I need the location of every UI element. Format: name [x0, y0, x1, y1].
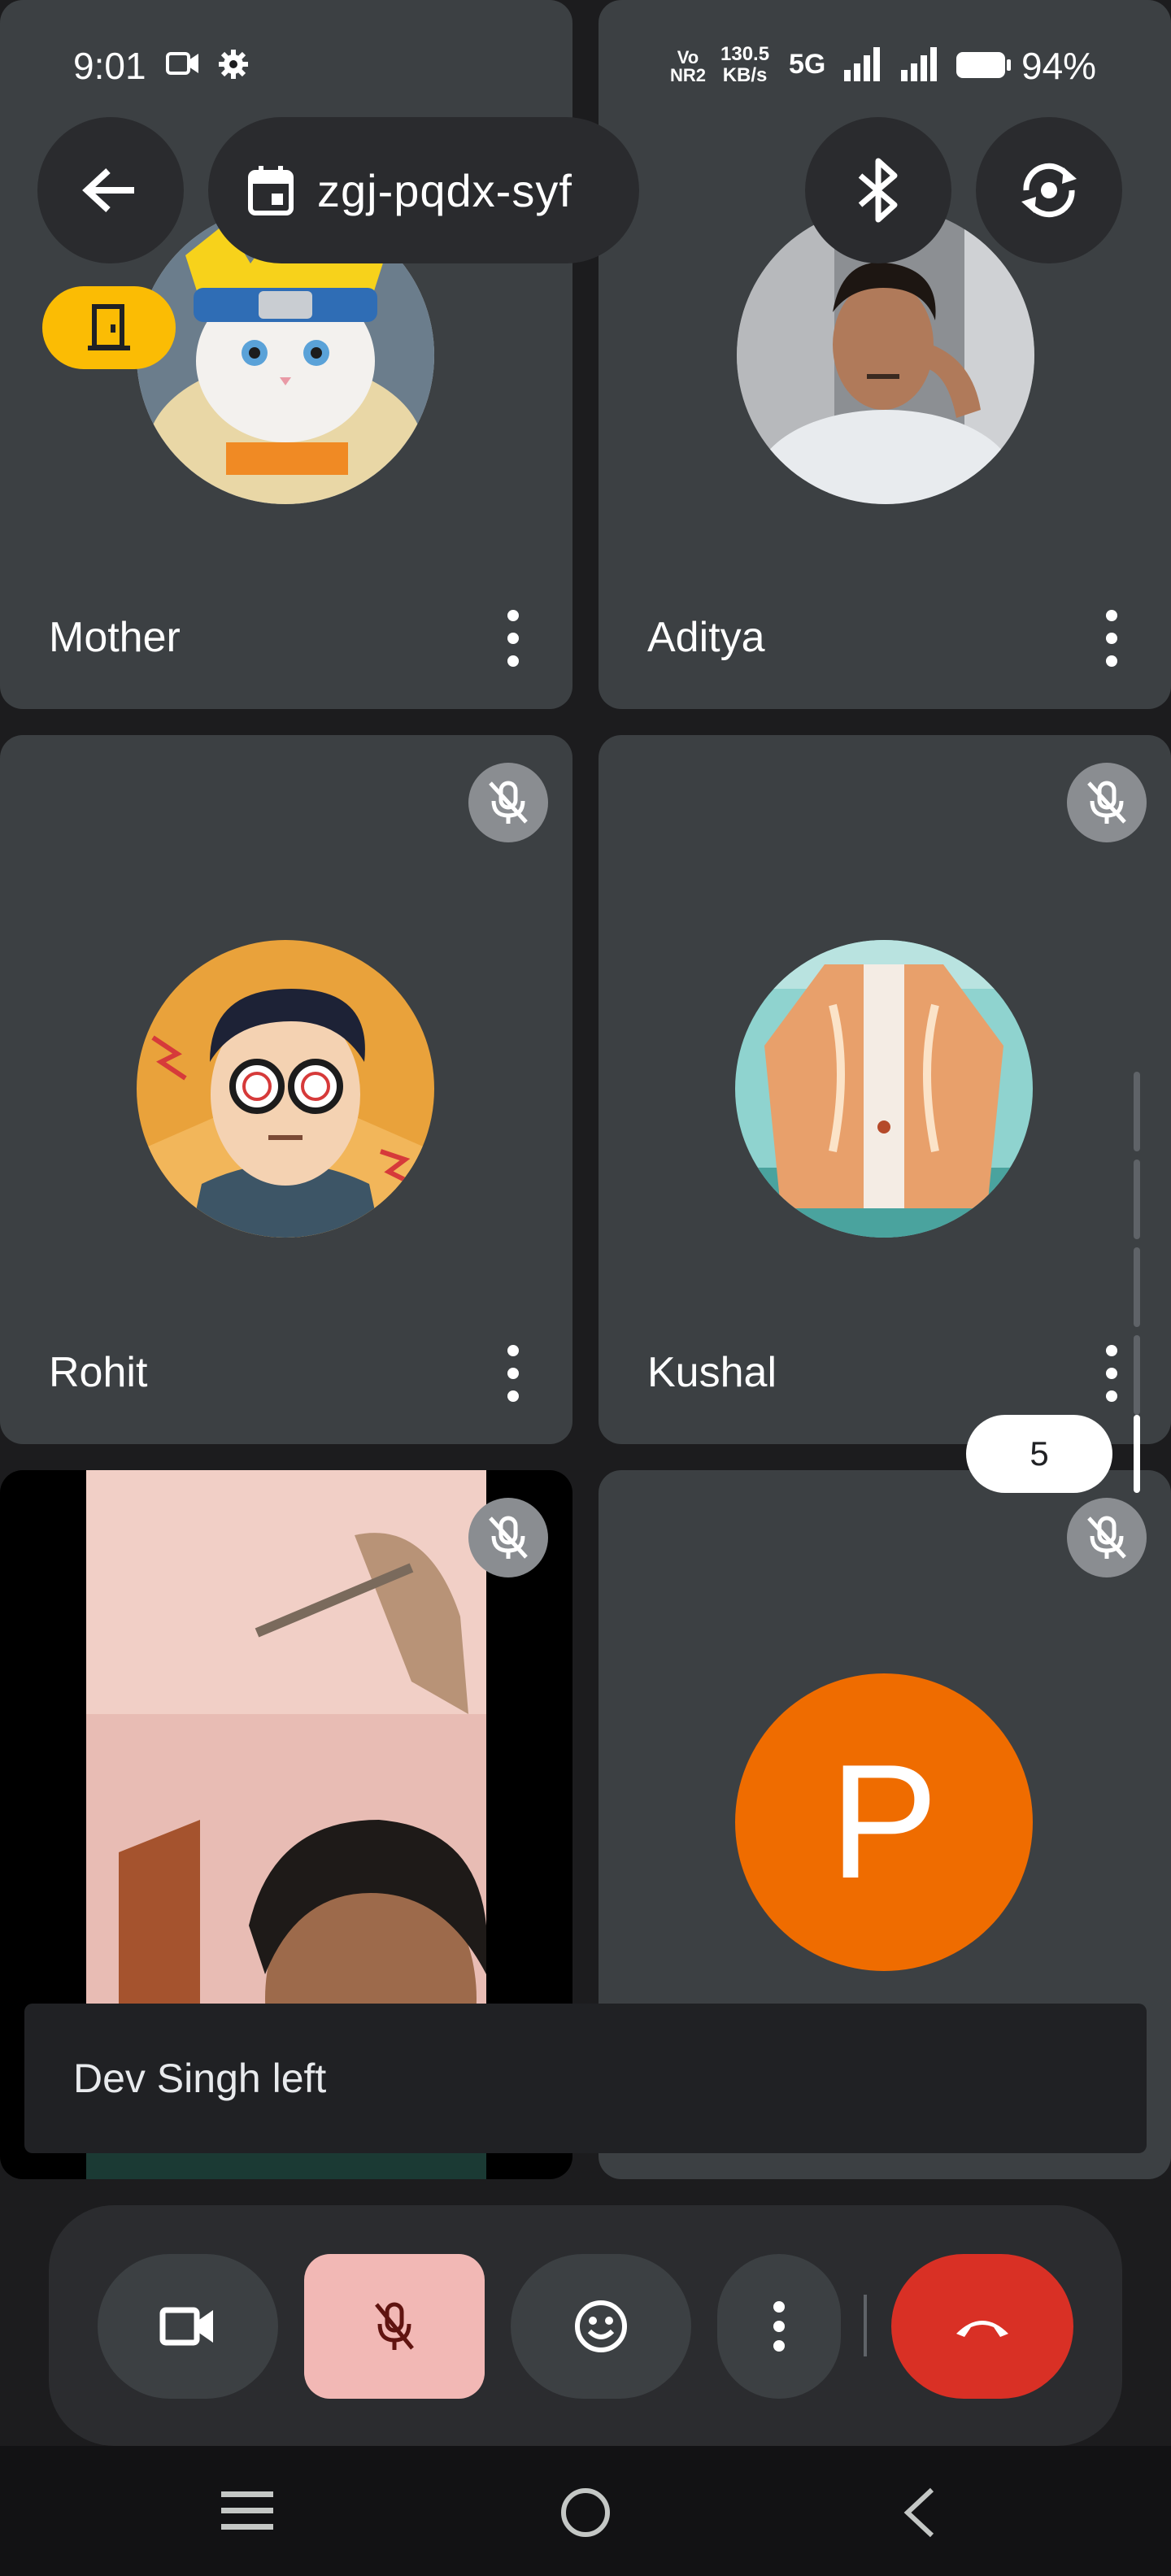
muted-mic-icon [1067, 763, 1147, 842]
video-status-icon [166, 50, 200, 80]
page-indicator-bubble: 5 [966, 1415, 1112, 1493]
toast-message: Dev Singh left [73, 2056, 327, 2101]
back-chevron-icon [903, 2487, 934, 2538]
speed-value: 130.5 [720, 43, 770, 65]
more-options-icon[interactable] [1099, 610, 1124, 667]
call-controls [49, 2205, 1122, 2446]
participant-name: Rohit [49, 1349, 148, 1396]
bluetooth-icon [858, 158, 898, 223]
more-vert-icon [773, 2301, 785, 2352]
end-call-icon [956, 2321, 1008, 2337]
participant-name: Mother [49, 614, 181, 661]
participant-tile-mother[interactable]: Mother [0, 0, 572, 709]
vo-label: Vo [677, 47, 699, 67]
scroll-thumb[interactable] [1134, 1415, 1140, 1493]
scroll-segment [1134, 1160, 1140, 1239]
camera-toggle-button[interactable] [98, 2254, 278, 2399]
menu-icon [221, 2491, 273, 2530]
more-options-icon[interactable] [501, 1345, 525, 1402]
signal-icon-2 [899, 47, 940, 85]
meeting-info-chip[interactable]: zgj-pqdx-syf [208, 117, 639, 263]
switch-camera-icon [1021, 163, 1077, 218]
signal-icon-1 [842, 47, 883, 85]
back-button[interactable] [37, 117, 184, 263]
scroll-segment [1134, 1072, 1140, 1151]
settings-icon [218, 49, 249, 84]
switch-camera-button[interactable] [976, 117, 1122, 263]
system-nav-bar [0, 2446, 1171, 2576]
avatar-initial: P [829, 1731, 938, 1912]
hang-up-button[interactable] [891, 2254, 1073, 2399]
mic-toggle-button[interactable] [304, 2254, 485, 2399]
audio-output-button[interactable] [805, 117, 951, 263]
scroll-segment [1134, 1335, 1140, 1415]
back-nav-button[interactable] [901, 2485, 937, 2544]
avatar-jacket [735, 940, 1033, 1238]
video-camera-icon [159, 2307, 213, 2346]
host-badge [42, 286, 176, 369]
participant-tile-rohit[interactable]: Rohit [0, 735, 572, 1444]
speed-unit: KB/s [722, 64, 768, 86]
nr-label: NR2 [670, 65, 707, 85]
home-button[interactable] [559, 2487, 612, 2543]
door-icon [88, 304, 130, 350]
back-arrow-icon [82, 168, 134, 212]
controls-divider [864, 2295, 867, 2356]
volte-indicator: Vo NR2 [670, 49, 706, 85]
mic-off-icon [375, 2302, 414, 2350]
reactions-button[interactable] [511, 2254, 691, 2399]
scroll-track[interactable] [1134, 1072, 1140, 1451]
network-type: 5G [789, 49, 826, 80]
recent-apps-button[interactable] [220, 2488, 275, 2538]
emoji-icon [575, 2300, 627, 2352]
battery-icon [955, 50, 1012, 84]
network-speed: 130.5 KB/s [720, 44, 769, 86]
meeting-code: zgj-pqdx-syf [317, 164, 572, 216]
participant-tile-kushal[interactable]: Kushal [599, 735, 1171, 1444]
more-options-button[interactable] [717, 2254, 841, 2399]
participant-name: Kushal [647, 1349, 777, 1396]
more-options-icon[interactable] [501, 610, 525, 667]
more-options-icon[interactable] [1099, 1345, 1124, 1402]
participant-tile-aditya[interactable]: Aditya [599, 0, 1171, 709]
notification-toast: Dev Singh left [24, 2004, 1147, 2153]
avatar-cartoon [137, 940, 434, 1238]
home-circle-icon [561, 2488, 610, 2537]
muted-mic-icon [468, 1498, 548, 1577]
muted-mic-icon [468, 763, 548, 842]
participant-name: Aditya [647, 614, 765, 661]
scroll-segment [1134, 1247, 1140, 1327]
calendar-icon [248, 166, 294, 215]
battery-percent: 94% [1021, 45, 1097, 87]
status-time: 9:01 [73, 45, 146, 87]
avatar-letter: P [735, 1673, 1033, 1971]
page-number: 5 [1030, 1434, 1049, 1473]
muted-mic-icon [1067, 1498, 1147, 1577]
